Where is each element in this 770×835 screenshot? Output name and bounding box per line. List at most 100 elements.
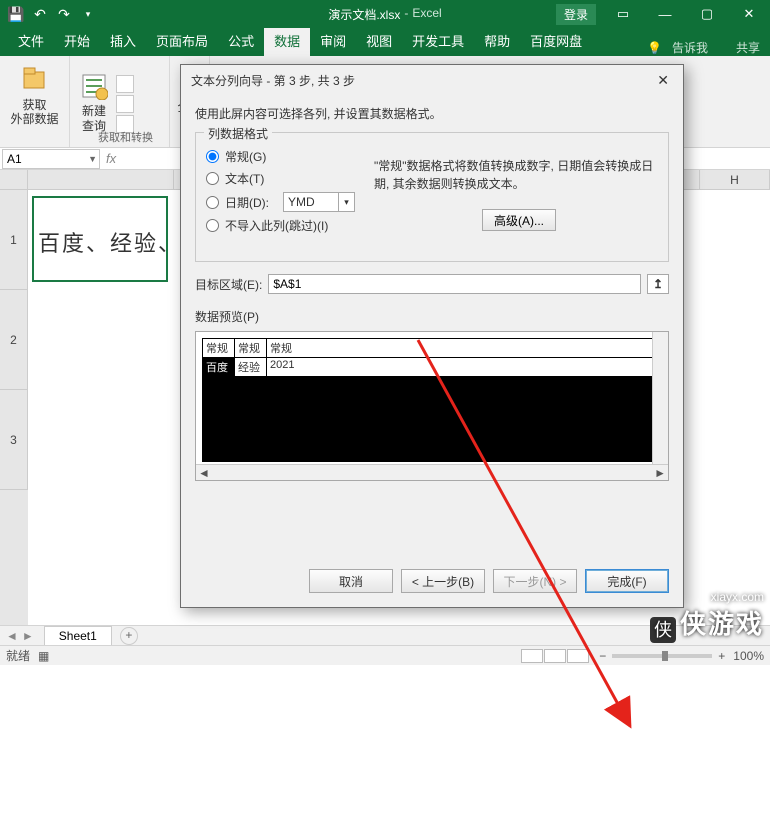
pv-head-1[interactable]: 常规 (202, 338, 234, 358)
show-queries-button[interactable] (116, 75, 134, 93)
radio-general-input[interactable] (206, 150, 219, 163)
preview-row: 百度 经验 2021 (202, 358, 662, 376)
row-header-3[interactable]: 3 (0, 390, 28, 490)
pv-head-3[interactable]: 常规 (266, 338, 662, 358)
view-pagebreak-button[interactable] (567, 649, 589, 663)
get-external-data-button[interactable]: 获取 外部数据 (8, 60, 60, 131)
login-button[interactable]: 登录 (556, 4, 596, 25)
get-external-label: 获取 外部数据 (10, 98, 58, 127)
destination-input[interactable] (268, 274, 641, 294)
tab-formula[interactable]: 公式 (218, 25, 264, 56)
cell-a1[interactable]: 百度、经验、 (32, 196, 168, 282)
radio-skip-input[interactable] (206, 219, 219, 232)
tab-dev[interactable]: 开发工具 (402, 25, 474, 56)
tell-me[interactable]: 告诉我 (672, 39, 708, 56)
view-normal-button[interactable] (521, 649, 543, 663)
save-icon[interactable]: 💾 (8, 6, 24, 22)
app-name: Excel (412, 6, 441, 23)
sheet-tab-1[interactable]: Sheet1 (44, 626, 112, 645)
date-format-select[interactable]: YMD▾ (283, 192, 355, 212)
preview-scroll-v[interactable] (652, 332, 668, 464)
row-headers: 1 2 3 (0, 190, 28, 625)
undo-icon[interactable]: ↶ (32, 6, 48, 22)
radio-date[interactable]: 日期(D): YMD▾ (206, 192, 658, 212)
zoom-out-button[interactable]: − (599, 649, 606, 663)
close-icon[interactable]: ✕ (728, 0, 770, 28)
ribbon-group-getexternal: 获取 外部数据 (0, 56, 70, 147)
select-all-corner[interactable] (0, 170, 28, 190)
name-box-dropdown-icon[interactable]: ▼ (88, 154, 97, 164)
destination-row: 目标区域(E): ↥ (195, 274, 669, 294)
zoom-slider[interactable] (612, 654, 712, 658)
advanced-button[interactable]: 高级(A)... (482, 209, 556, 231)
radio-text-input[interactable] (206, 172, 219, 185)
name-box[interactable]: A1 ▼ (2, 149, 100, 169)
share-button[interactable]: 共享 (736, 39, 760, 56)
from-table-button[interactable] (116, 95, 134, 113)
tab-home[interactable]: 开始 (54, 25, 100, 56)
data-preview[interactable]: 常规 常规 常规 百度 经验 2021 ◄► (195, 331, 669, 481)
titlebar: 💾 ↶ ↷ ▾ 演示文档.xlsx - Excel 登录 ▭ ― ▢ ✕ (0, 0, 770, 28)
tab-help[interactable]: 帮助 (474, 25, 520, 56)
minimize-icon[interactable]: ― (644, 0, 686, 28)
pv-cell-3[interactable]: 2021 (266, 358, 662, 376)
new-sheet-button[interactable]: + (120, 627, 138, 645)
dialog-titlebar[interactable]: 文本分列向导 - 第 3 步, 共 3 步 ✕ (181, 65, 683, 95)
next-button[interactable]: 下一步(N) > (493, 569, 577, 593)
pv-head-2[interactable]: 常规 (234, 338, 266, 358)
ribbon-options-icon[interactable]: ▭ (602, 0, 644, 28)
tab-review[interactable]: 审阅 (310, 25, 356, 56)
new-query-button[interactable]: 新建 查询 (76, 66, 112, 137)
col-header-a[interactable] (28, 170, 174, 190)
dialog-title: 文本分列向导 - 第 3 步, 共 3 步 (191, 72, 355, 89)
macro-record-icon[interactable]: ▦ (38, 649, 49, 663)
col-header-h[interactable]: H (700, 170, 770, 190)
cancel-button[interactable]: 取消 (309, 569, 393, 593)
format-info-text: "常规"数据格式将数值转换成数字, 日期值会转换成日期, 其余数据则转换成文本。 (374, 157, 654, 193)
dialog-instruction: 使用此屏内容可选择各列, 并设置其数据格式。 (195, 105, 669, 122)
fx-icon[interactable]: fx (106, 151, 116, 166)
quick-access-toolbar: 💾 ↶ ↷ ▾ (0, 6, 96, 22)
preview-label: 数据预览(P) (195, 308, 669, 325)
tab-view[interactable]: 视图 (356, 25, 402, 56)
qat-dropdown-icon[interactable]: ▾ (80, 6, 96, 22)
radio-skip[interactable]: 不导入此列(跳过)(I) (206, 217, 658, 234)
view-buttons (521, 649, 589, 663)
text-to-columns-dialog: 文本分列向导 - 第 3 步, 共 3 步 ✕ 使用此屏内容可选择各列, 并设置… (180, 64, 684, 608)
get-external-icon (18, 64, 50, 96)
maximize-icon[interactable]: ▢ (686, 0, 728, 28)
destination-label: 目标区域(E): (195, 276, 262, 293)
back-button[interactable]: < 上一步(B) (401, 569, 485, 593)
window-title: 演示文档.xlsx - Excel (328, 6, 441, 23)
filename: 演示文档.xlsx (328, 6, 400, 23)
pv-col-sel[interactable] (202, 376, 662, 462)
zoom-level[interactable]: 100% (733, 649, 764, 663)
status-bar: 就绪 ▦ − + 100% (0, 645, 770, 665)
view-layout-button[interactable] (544, 649, 566, 663)
radio-date-input[interactable] (206, 196, 219, 209)
column-format-fieldset: 列数据格式 常规(G) 文本(T) 日期(D): YMD▾ 不导入此列(跳过)(… (195, 132, 669, 262)
preview-scroll-h[interactable]: ◄► (196, 464, 668, 480)
zoom-in-button[interactable]: + (718, 649, 725, 663)
row-header-2[interactable]: 2 (0, 290, 28, 390)
status-ready: 就绪 (6, 647, 30, 664)
dialog-buttons: 取消 < 上一步(B) 下一步(N) > 完成(F) (181, 559, 683, 607)
dialog-close-icon[interactable]: ✕ (653, 72, 673, 89)
sheet-nav[interactable]: ◄► (0, 629, 40, 643)
tab-layout[interactable]: 页面布局 (146, 25, 218, 56)
range-picker-button[interactable]: ↥ (647, 274, 669, 294)
tell-me-icon[interactable]: 💡 (647, 41, 662, 55)
finish-button[interactable]: 完成(F) (585, 569, 669, 593)
tab-data[interactable]: 数据 (264, 25, 310, 56)
small-buttons (116, 71, 134, 133)
sheet-tabs-bar: ◄► Sheet1 + (0, 625, 770, 645)
name-box-value: A1 (7, 152, 22, 166)
row-header-1[interactable]: 1 (0, 190, 28, 290)
group-label-transform: 获取和转换 (76, 129, 175, 145)
tab-file[interactable]: 文件 (8, 25, 54, 56)
tab-baidu[interactable]: 百度网盘 (520, 25, 592, 56)
pv-cell-2[interactable]: 经验 (234, 358, 266, 376)
redo-icon[interactable]: ↷ (56, 6, 72, 22)
pv-cell-1[interactable]: 百度 (202, 358, 234, 376)
tab-insert[interactable]: 插入 (100, 25, 146, 56)
